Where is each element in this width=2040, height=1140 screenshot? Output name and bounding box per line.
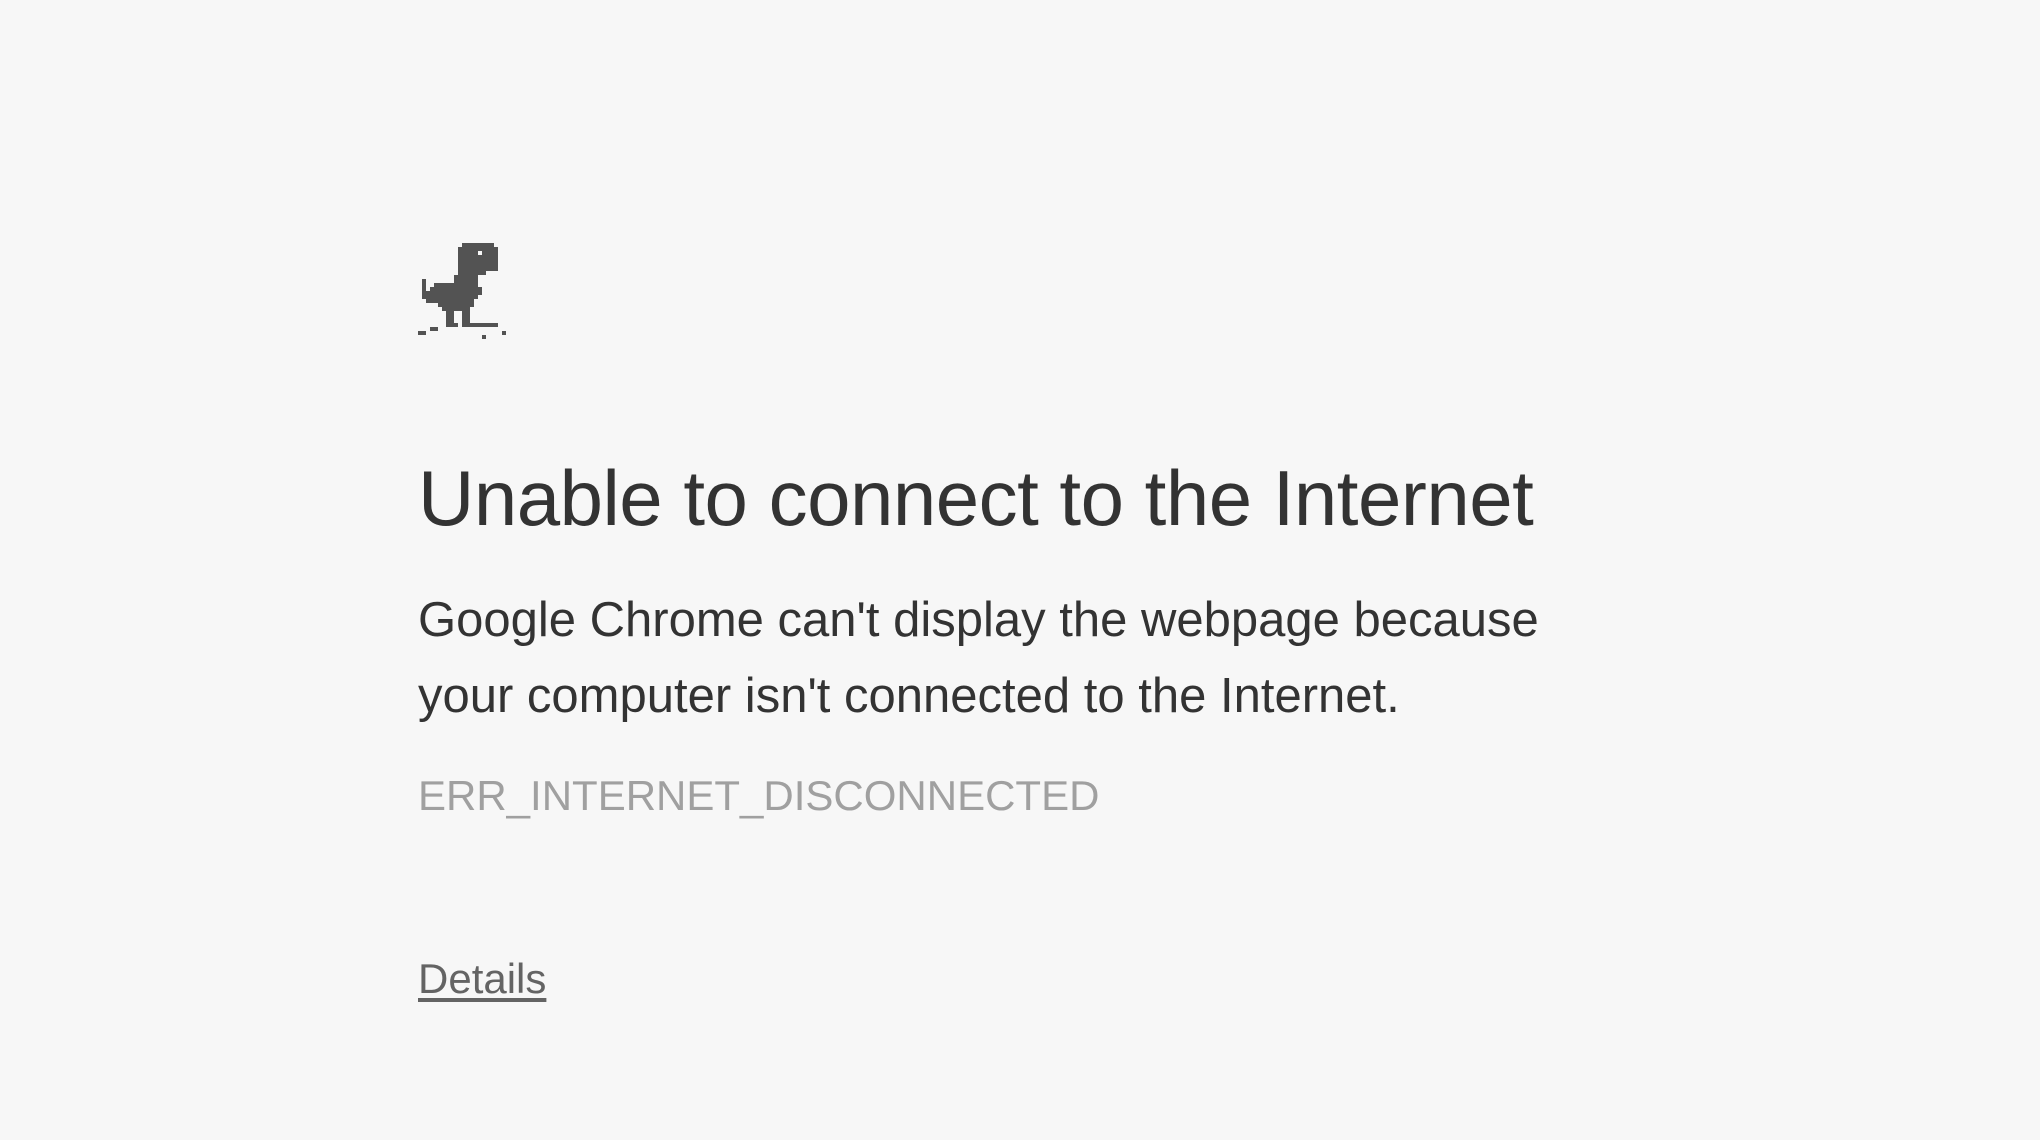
offline-dino-icon [418,243,510,339]
error-heading: Unable to connect to the Internet [418,454,1534,542]
error-code: ERR_INTERNET_DISCONNECTED [418,772,1100,819]
error-message: Google Chrome can't display the webpage … [418,593,1539,723]
error-page-content: Unable to connect to the Internet Google… [418,0,1658,1140]
details-link[interactable]: Details [418,951,546,1007]
